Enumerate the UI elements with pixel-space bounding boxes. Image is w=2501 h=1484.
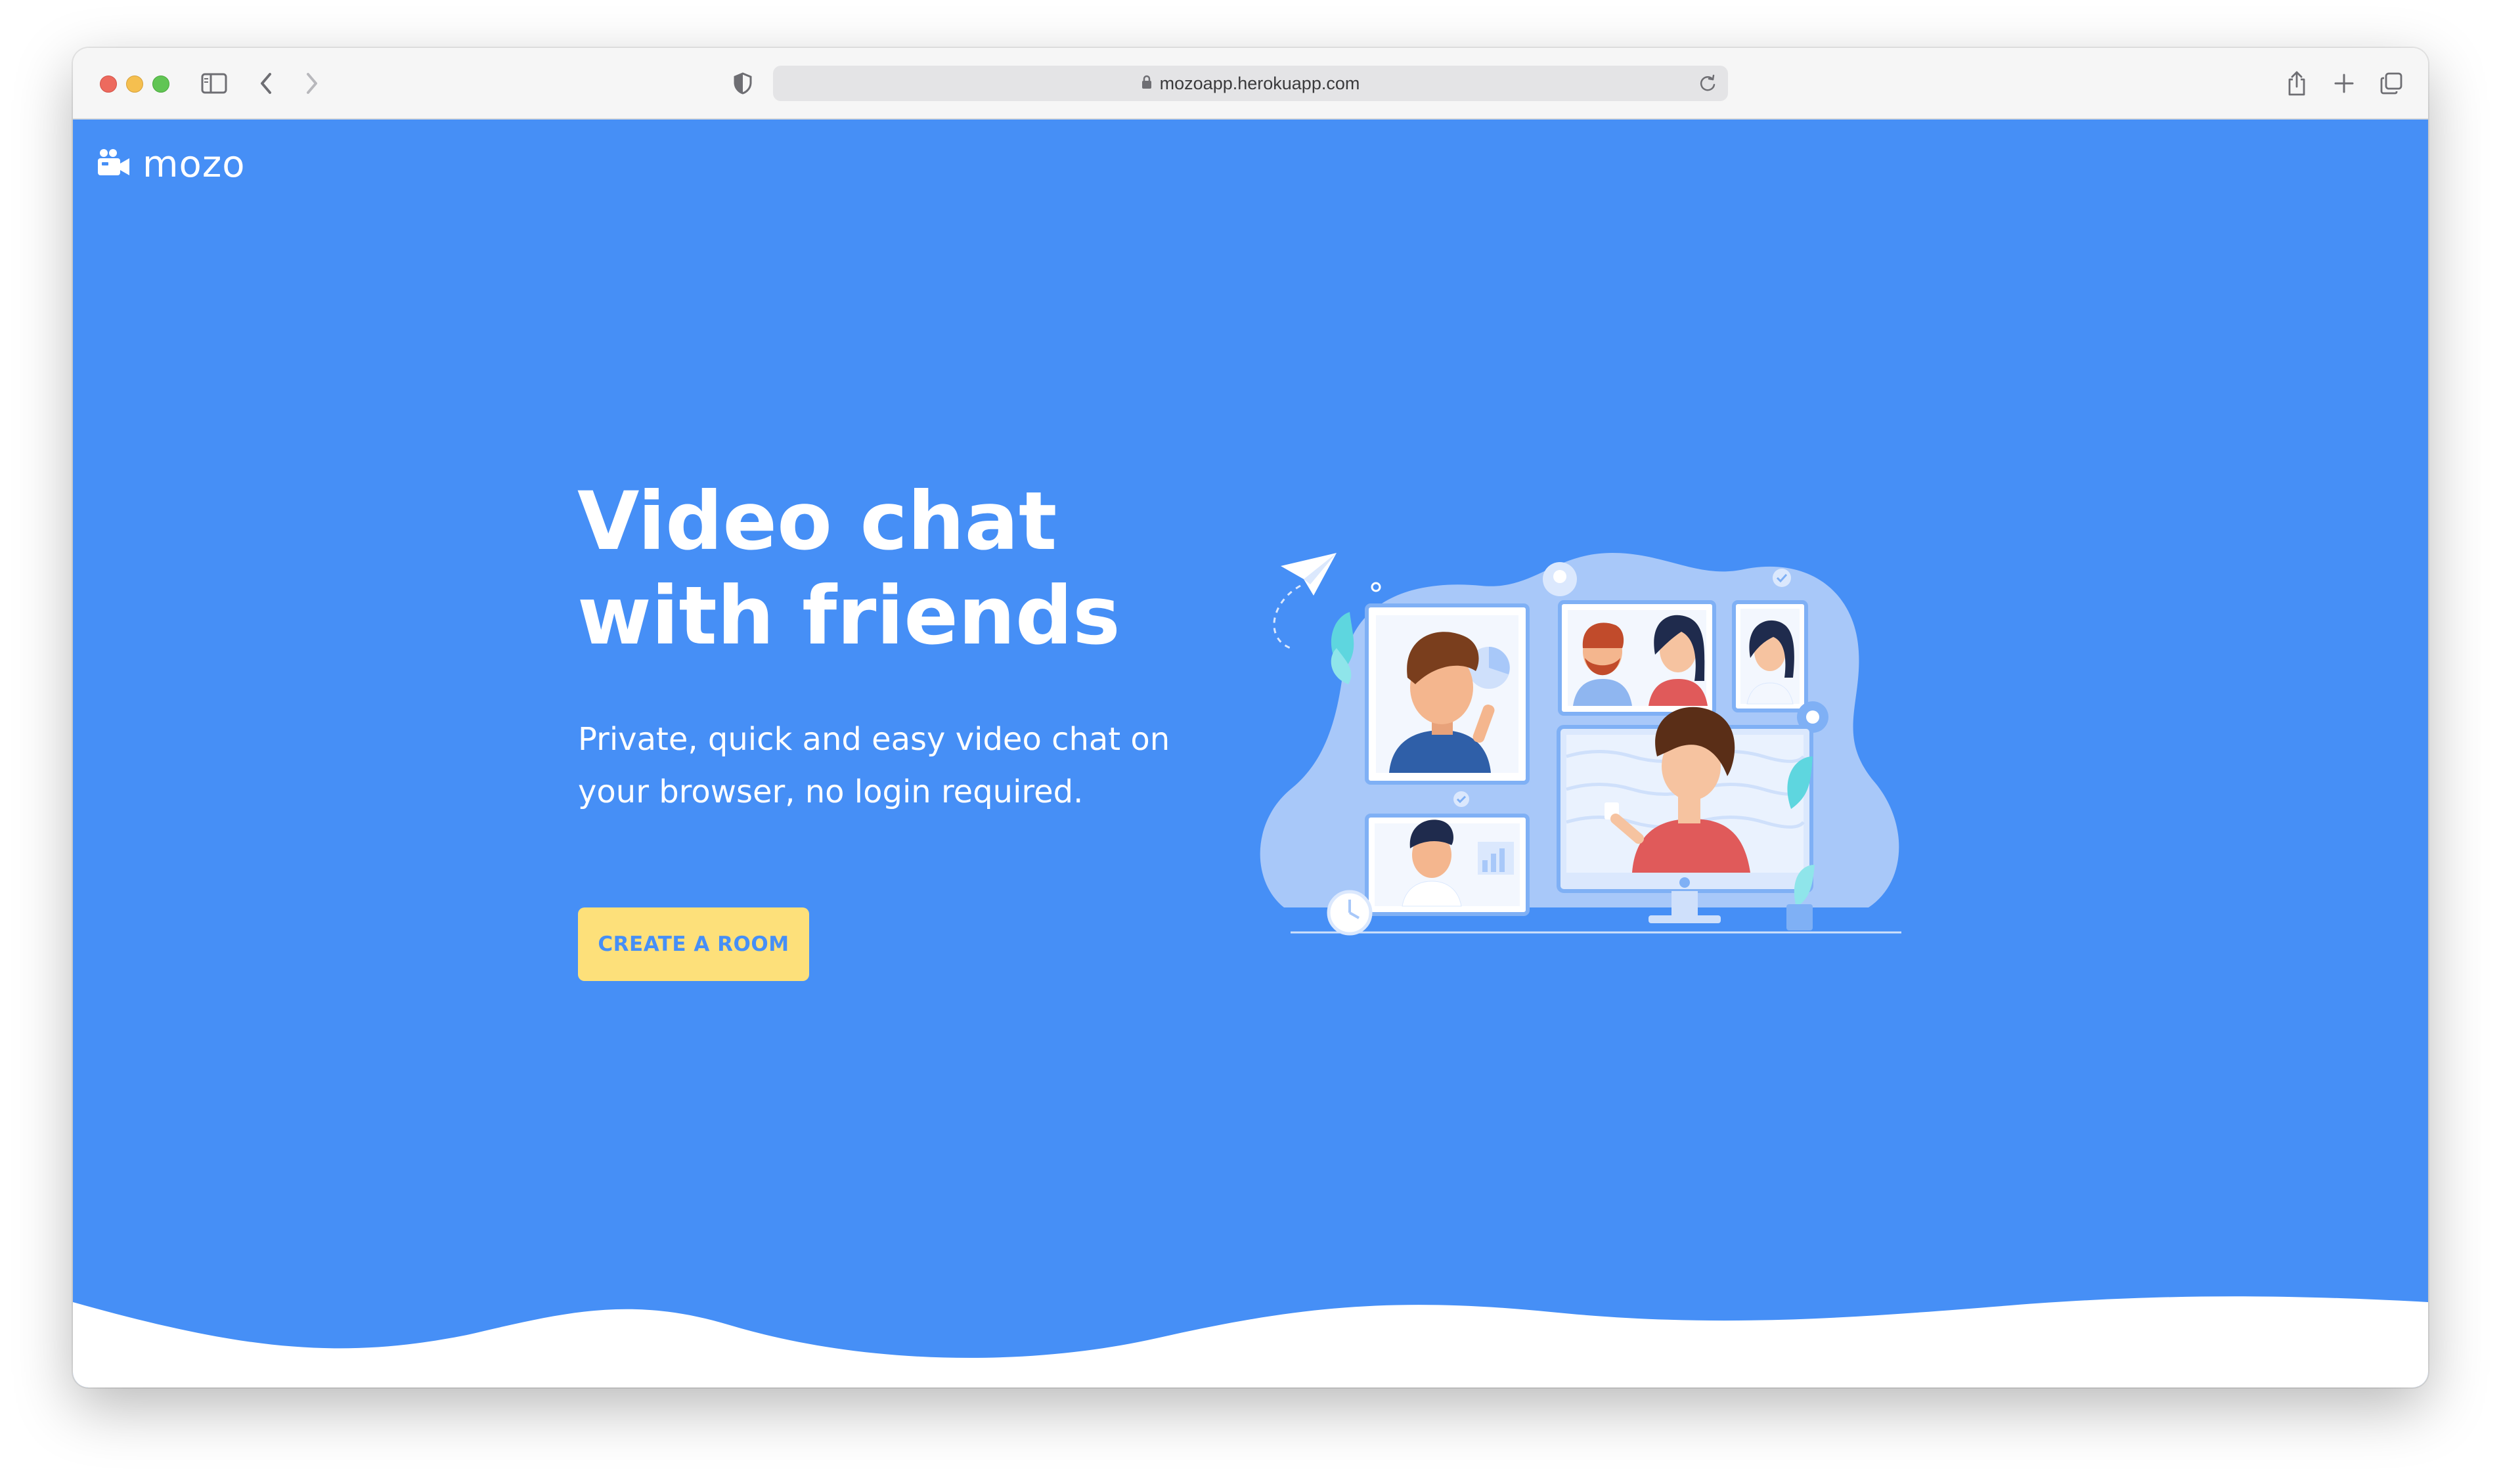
subtitle-line-2: your browser, no login required. — [578, 774, 1084, 810]
headline-line-1: Video chat — [577, 475, 1057, 568]
zoom-window-button[interactable] — [152, 76, 169, 93]
close-window-button[interactable] — [100, 76, 117, 93]
sidebar-icon[interactable] — [198, 68, 230, 99]
site-logo[interactable]: mozo — [97, 143, 245, 186]
hero-subtitle: Private, quick and easy video chat on yo… — [578, 713, 1235, 818]
headline-line-2: with friends — [577, 569, 1120, 663]
url-text: mozoapp.herokuapp.com — [1159, 73, 1360, 93]
address-bar[interactable]: mozoapp.herokuapp.com — [773, 66, 1728, 101]
browser-toolbar: mozoapp.herokuapp.com — [73, 48, 2428, 120]
share-icon[interactable] — [2281, 68, 2313, 99]
minimize-window-button[interactable] — [126, 76, 143, 93]
bottom-wave — [73, 1296, 2428, 1387]
video-call-illustration — [1260, 553, 1901, 936]
paper-plane-icon — [1273, 553, 1337, 649]
hero-headline: Video chat with friends — [577, 474, 1234, 663]
chevron-left-icon[interactable] — [250, 68, 282, 99]
video-camera-icon — [97, 148, 131, 181]
tabs-overview-icon[interactable] — [2376, 68, 2407, 99]
subtitle-line-1: Private, quick and easy video chat on — [578, 721, 1170, 758]
reload-icon[interactable] — [1696, 72, 1719, 95]
create-room-button[interactable]: CREATE A ROOM — [578, 907, 809, 981]
shield-icon[interactable] — [727, 68, 759, 99]
lock-icon — [1141, 74, 1152, 94]
browser-window: mozoapp.herokuapp.com mozo Video chat wi… — [73, 48, 2428, 1387]
plus-icon[interactable] — [2328, 68, 2360, 99]
logo-text: mozo — [143, 143, 246, 186]
landing-page: mozo Video chat with friends Private, qu… — [73, 120, 2428, 1387]
chevron-right-icon[interactable] — [296, 68, 328, 99]
